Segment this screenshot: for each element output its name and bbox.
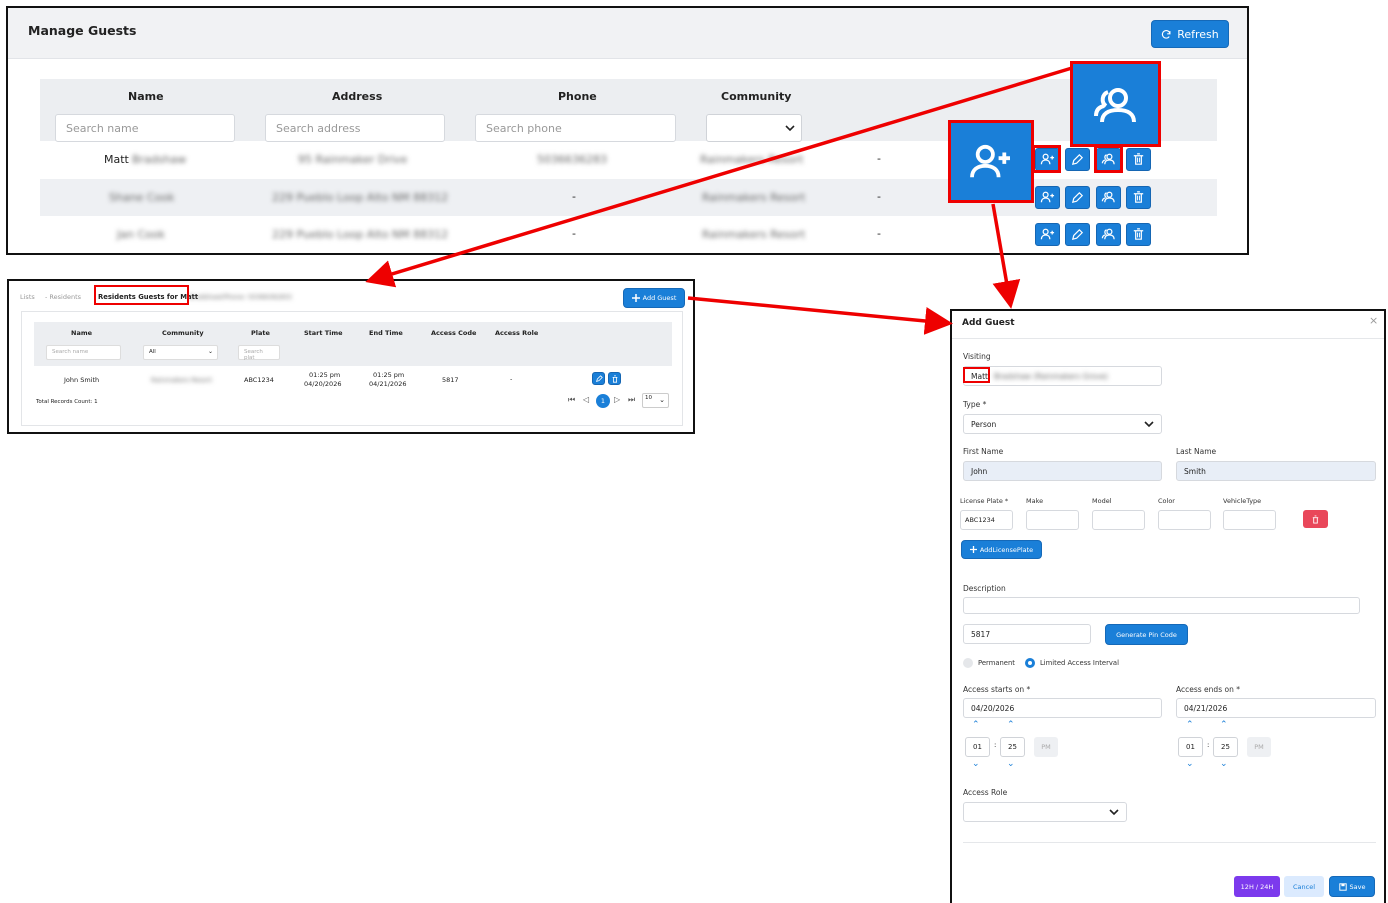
arrow-add-guest-button [687, 296, 953, 335]
arrow-to-residents-list [365, 66, 1073, 288]
annotation-arrows [365, 66, 1073, 335]
arrow-to-add-guest [991, 203, 1021, 309]
